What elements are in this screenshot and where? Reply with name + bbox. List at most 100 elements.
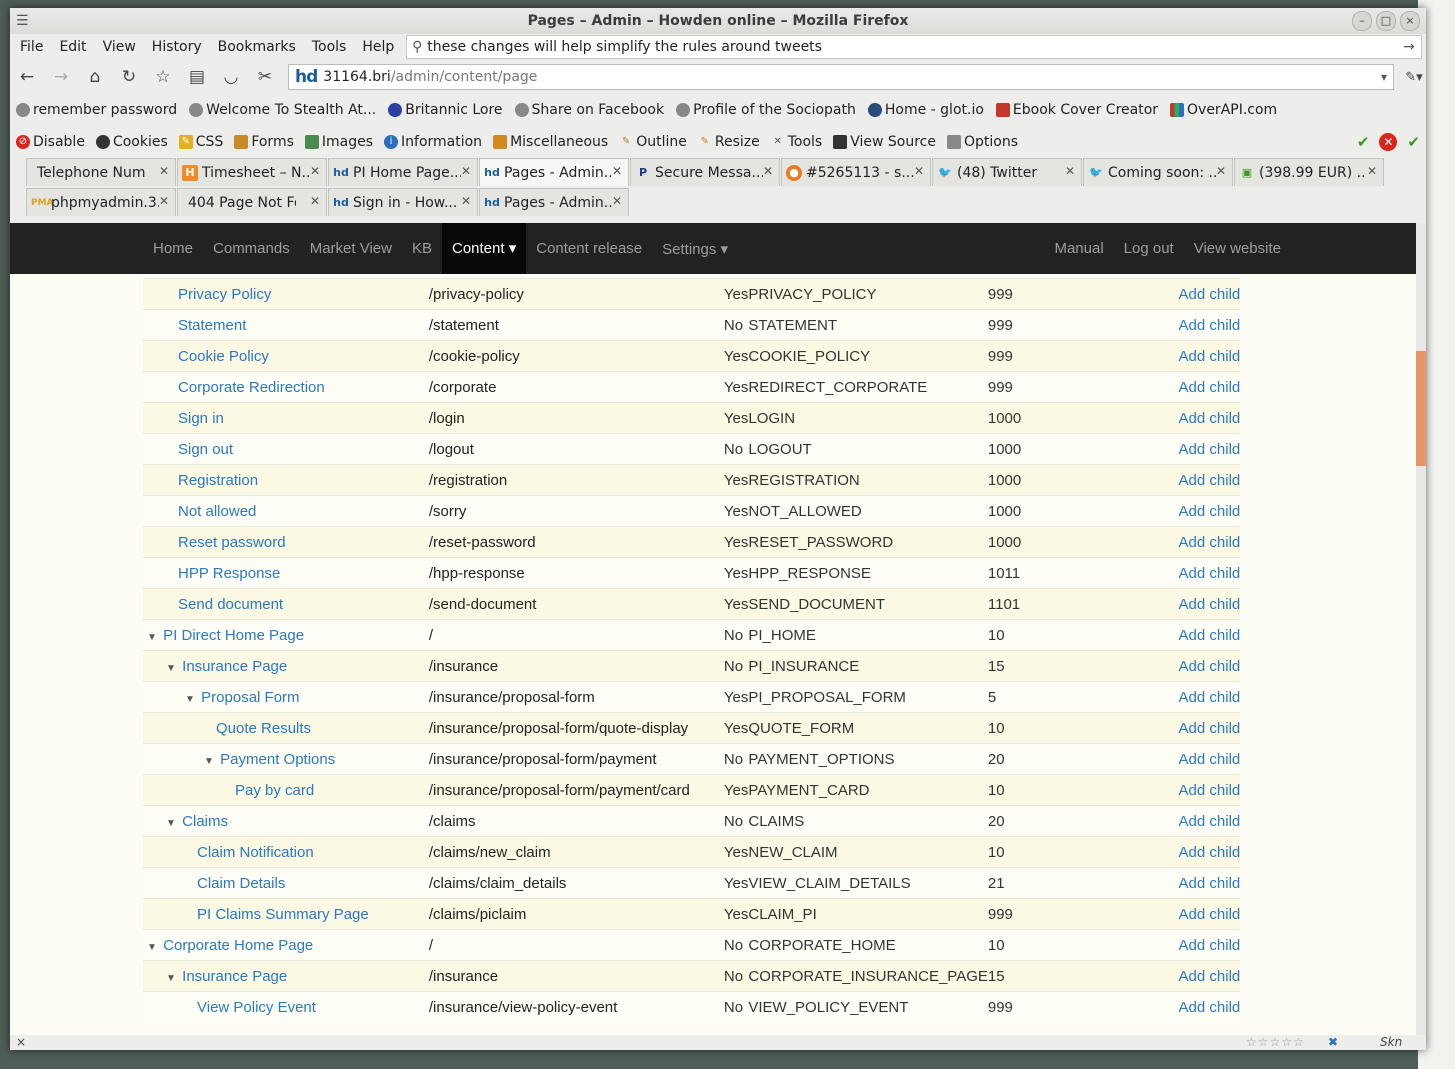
nav-commands[interactable]: Commands (203, 240, 300, 257)
close-window-button[interactable]: × (1400, 11, 1420, 31)
page-title-link[interactable]: Payment Options (220, 751, 335, 768)
bookmark-item[interactable]: remember password (16, 102, 177, 118)
collapse-toggle-icon[interactable]: ▼ (147, 942, 159, 953)
scrollbar-thumb[interactable] (1416, 351, 1426, 466)
devtool-cookies[interactable]: Cookies (95, 134, 168, 150)
browser-tab[interactable]: 🐦 Coming soon: ... ✕ (1083, 158, 1233, 186)
add-child-link[interactable]: Add child (1179, 565, 1241, 582)
tab-close-icon[interactable]: ✕ (612, 164, 622, 178)
url-dropdown-icon[interactable]: ▾ (1381, 70, 1393, 84)
add-child-link[interactable]: Add child (1179, 472, 1241, 489)
browser-tab[interactable]: hd Pages - Admin... ✕ (479, 188, 629, 216)
tab-close-icon[interactable]: ✕ (1216, 164, 1226, 178)
cut-icon[interactable]: ✂ (248, 67, 282, 87)
nav-settings[interactable]: Settings ▾ (652, 240, 738, 258)
devtool-outline[interactable]: ✎ Outline (619, 134, 687, 150)
browser-tab[interactable]: 404 Page Not Fo...✕ (177, 188, 327, 216)
devtool-forms[interactable]: Forms (234, 134, 294, 150)
collapse-toggle-icon[interactable]: ▼ (166, 818, 178, 829)
page-title-link[interactable]: Sign out (178, 441, 233, 458)
go-arrow-icon[interactable]: → (1403, 39, 1421, 55)
devtool-options[interactable]: Options (947, 134, 1018, 150)
reload-icon[interactable]: ↻ (112, 67, 146, 87)
url-bar[interactable]: hd 31164.bri/admin/content/page ▾ (288, 64, 1394, 90)
page-title-link[interactable]: Pay by card (235, 782, 314, 799)
nav-manual[interactable]: Manual (1044, 240, 1113, 257)
tab-close-icon[interactable]: ✕ (612, 194, 622, 208)
tab-close-icon[interactable]: ✕ (461, 164, 471, 178)
add-child-link[interactable]: Add child (1179, 441, 1241, 458)
tab-close-icon[interactable]: ✕ (914, 164, 924, 178)
devtool-resize[interactable]: ✎ Resize (698, 134, 760, 150)
pocket-icon[interactable]: ◡ (214, 67, 248, 87)
nav-log-out[interactable]: Log out (1114, 240, 1184, 257)
tab-close-icon[interactable]: ✕ (461, 194, 471, 208)
browser-tab[interactable]: ● #5265113 - s... ✕ (781, 158, 931, 186)
page-title-link[interactable]: Cookie Policy (178, 348, 269, 365)
tab-close-icon[interactable]: ✕ (159, 194, 169, 208)
browser-tab[interactable]: ▣ (398.99 EUR) ... ✕ (1234, 158, 1384, 186)
page-title-link[interactable]: View Policy Event (197, 999, 316, 1016)
tab-close-icon[interactable]: ✕ (310, 164, 320, 178)
add-child-link[interactable]: Add child (1179, 348, 1241, 365)
add-child-link[interactable]: Add child (1179, 596, 1241, 613)
bookmark-star-icon[interactable]: ☆ (146, 67, 180, 87)
tab-close-icon[interactable]: ✕ (159, 164, 169, 178)
tab-close-icon[interactable]: ✕ (310, 194, 320, 208)
add-child-link[interactable]: Add child (1179, 286, 1241, 303)
add-child-link[interactable]: Add child (1179, 410, 1241, 427)
page-title-link[interactable]: Corporate Home Page (163, 937, 313, 954)
devtool-information[interactable]: i Information (384, 134, 482, 150)
browser-tab-active[interactable]: hd Pages - Admin... ✕ (479, 158, 629, 186)
collapse-toggle-icon[interactable]: ▼ (166, 663, 178, 674)
page-title-link[interactable]: Quote Results (216, 720, 311, 737)
page-title-link[interactable]: Not allowed (178, 503, 256, 520)
page-title-link[interactable]: Claims (182, 813, 228, 830)
check-green-icon[interactable]: ✔ (1407, 133, 1420, 151)
collapse-toggle-icon[interactable]: ▼ (147, 632, 159, 643)
add-child-link[interactable]: Add child (1179, 658, 1241, 675)
check-green-icon[interactable]: ✔ (1357, 133, 1370, 151)
bookmark-item[interactable]: Britannic Lore (388, 102, 503, 118)
bookmark-item[interactable]: OverAPI.com (1170, 102, 1277, 118)
page-title-link[interactable]: Registration (178, 472, 258, 489)
page-title-link[interactable]: Claim Details (197, 875, 285, 892)
page-title-link[interactable]: Claim Notification (197, 844, 314, 861)
add-child-link[interactable]: Add child (1179, 379, 1241, 396)
menu-bookmarks[interactable]: Bookmarks (210, 39, 304, 55)
add-child-link[interactable]: Add child (1179, 813, 1241, 830)
scrollbar[interactable] (1416, 223, 1426, 1035)
add-child-link[interactable]: Add child (1179, 968, 1241, 985)
add-child-link[interactable]: Add child (1179, 906, 1241, 923)
collapse-toggle-icon[interactable]: ▼ (185, 694, 197, 705)
page-title-link[interactable]: Proposal Form (201, 689, 299, 706)
browser-tab[interactable]: Telephone Num...✕ (26, 158, 176, 186)
addon-icon[interactable]: ✎▾ (1402, 70, 1426, 85)
browser-tab[interactable]: PMA phpmyadmin.3... ✕ (26, 188, 176, 216)
collapse-toggle-icon[interactable]: ▼ (204, 756, 216, 767)
nav-content[interactable]: Content ▾ (442, 223, 527, 274)
menu-history[interactable]: History (144, 39, 210, 55)
nav-market-view[interactable]: Market View (300, 240, 402, 257)
nav-kb[interactable]: KB (402, 240, 442, 257)
nav-content-release[interactable]: Content release (526, 240, 652, 257)
add-child-link[interactable]: Add child (1179, 627, 1241, 644)
browser-tab[interactable]: H Timesheet – N... ✕ (177, 158, 327, 186)
tab-close-icon[interactable]: ✕ (1367, 164, 1377, 178)
addon-status-icon[interactable]: ✖ (1328, 1035, 1338, 1049)
minimize-button[interactable]: – (1352, 11, 1372, 31)
devtool-tools[interactable]: ✕ Tools (771, 134, 823, 150)
page-title-link[interactable]: Insurance Page (182, 658, 287, 675)
add-child-link[interactable]: Add child (1179, 999, 1241, 1016)
browser-tab[interactable]: P Secure Messa... ✕ (630, 158, 780, 186)
devtool-view-source[interactable]: View Source (833, 134, 936, 150)
menu-tools[interactable]: Tools (304, 39, 355, 55)
bookmark-item[interactable]: Welcome To Stealth At... (189, 102, 376, 118)
devtool-images[interactable]: Images (304, 134, 373, 150)
page-title-link[interactable]: Send document (178, 596, 283, 613)
back-icon[interactable]: ← (10, 67, 44, 87)
page-title-link[interactable]: PI Claims Summary Page (197, 906, 369, 923)
devtool-css[interactable]: ✎ CSS (178, 134, 223, 150)
add-child-link[interactable]: Add child (1179, 317, 1241, 334)
error-red-icon[interactable]: ✕ (1379, 133, 1398, 151)
